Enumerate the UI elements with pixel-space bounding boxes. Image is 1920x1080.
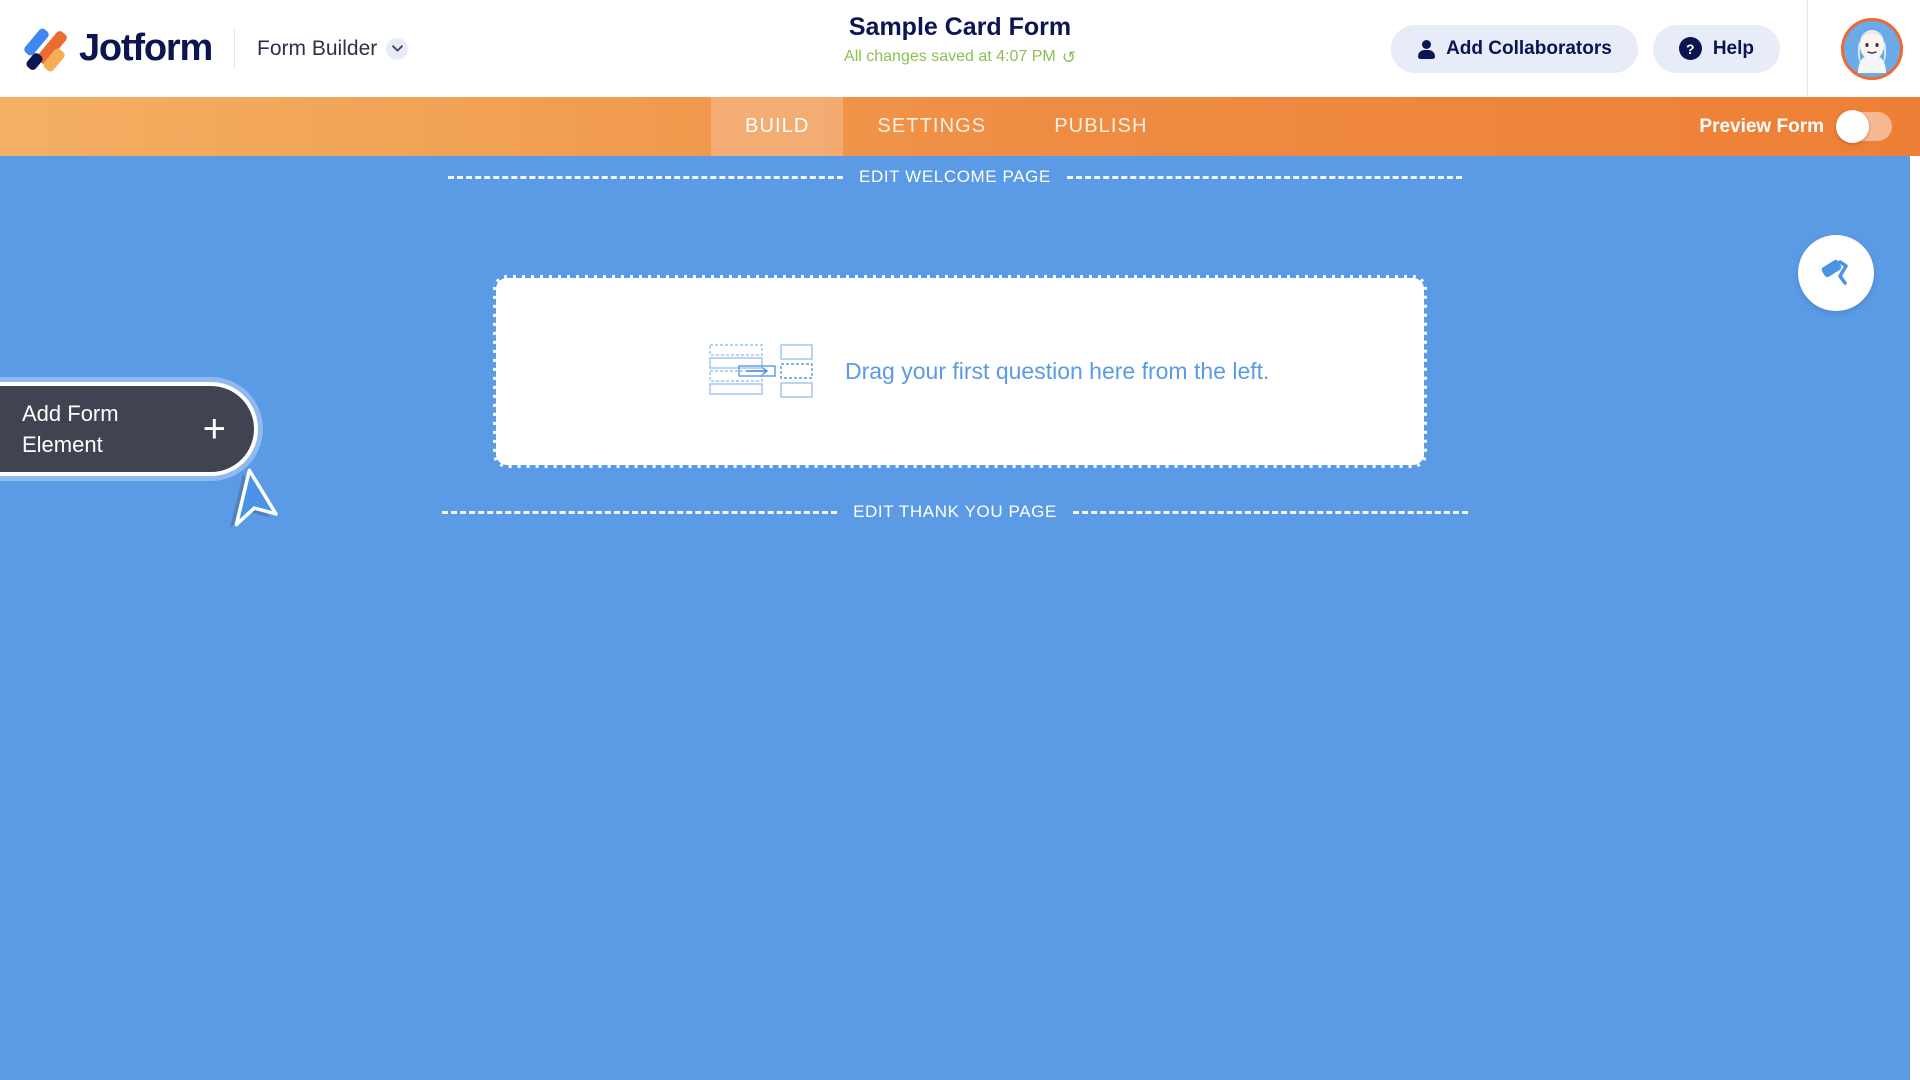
preview-form-toggle[interactable]: Preview Form bbox=[1699, 97, 1892, 156]
add-collaborators-button[interactable]: Add Collaborators bbox=[1391, 24, 1638, 73]
question-drop-zone[interactable]: Drag your first question here from the l… bbox=[493, 275, 1427, 468]
divider-dash-left bbox=[448, 175, 844, 179]
paint-roller-icon bbox=[1816, 251, 1856, 296]
divider-dash-left-2 bbox=[442, 510, 838, 514]
help-label: Help bbox=[1712, 37, 1754, 59]
person-icon bbox=[1417, 39, 1436, 59]
form-builder-label: Form Builder bbox=[257, 36, 378, 60]
app-header: Jotform Form Builder Sample Card Form Al… bbox=[0, 0, 1920, 97]
drag-question-icon bbox=[709, 344, 813, 399]
question-circle-icon: ? bbox=[1678, 37, 1702, 60]
plus-icon: + bbox=[202, 407, 226, 451]
user-avatar-image bbox=[1840, 17, 1903, 80]
avatar[interactable] bbox=[1823, 0, 1920, 97]
form-builder-menu[interactable]: Form Builder bbox=[257, 36, 409, 61]
jotform-wordmark[interactable]: Jotform bbox=[79, 27, 213, 70]
tab-build[interactable]: BUILD bbox=[711, 97, 844, 156]
tab-settings[interactable]: SETTINGS bbox=[843, 97, 1020, 156]
undo-icon[interactable]: ↺ bbox=[1062, 49, 1076, 66]
edit-thank-you-page-divider: EDIT THANK YOU PAGE bbox=[0, 502, 1910, 522]
add-collaborators-label: Add Collaborators bbox=[1446, 37, 1612, 59]
chevron-down-icon[interactable] bbox=[386, 37, 409, 60]
add-form-element-button[interactable]: Add Form Element + bbox=[0, 382, 258, 476]
tab-publish[interactable]: PUBLISH bbox=[1020, 97, 1181, 156]
save-status[interactable]: All changes saved at 4:07 PM ↺ bbox=[844, 48, 1076, 66]
divider-dash-right bbox=[1066, 175, 1462, 179]
header-divider bbox=[234, 28, 236, 69]
jotform-logo-icon[interactable] bbox=[22, 26, 69, 73]
form-designer-button[interactable] bbox=[1798, 235, 1874, 311]
header-right-group: Add Collaborators ? Help bbox=[1391, 0, 1920, 97]
edit-thank-you-page-label[interactable]: EDIT THANK YOU PAGE bbox=[837, 502, 1073, 522]
add-form-element-label: Add Form Element bbox=[22, 401, 119, 457]
preview-form-label: Preview Form bbox=[1699, 115, 1824, 137]
help-button[interactable]: ? Help bbox=[1652, 24, 1780, 73]
drop-zone-text: Drag your first question here from the l… bbox=[845, 358, 1270, 384]
divider-dash-right-2 bbox=[1072, 510, 1468, 514]
edit-welcome-page-label[interactable]: EDIT WELCOME PAGE bbox=[843, 167, 1067, 187]
right-edge-strip bbox=[1910, 156, 1920, 1080]
nav-tab-list: BUILD SETTINGS PUBLISH bbox=[711, 97, 1182, 156]
main-navbar: BUILD SETTINGS PUBLISH Preview Form bbox=[0, 97, 1920, 156]
form-canvas: EDIT WELCOME PAGE Drag your first questi… bbox=[0, 156, 1910, 1080]
edit-welcome-page-divider: EDIT WELCOME PAGE bbox=[0, 167, 1910, 187]
preview-toggle-knob bbox=[1836, 110, 1869, 143]
save-status-text: All changes saved at 4:07 PM bbox=[844, 48, 1056, 65]
header-left-group: Jotform Form Builder bbox=[0, 0, 409, 97]
header-right-divider bbox=[1807, 0, 1808, 97]
preview-toggle-track[interactable] bbox=[1836, 110, 1892, 143]
